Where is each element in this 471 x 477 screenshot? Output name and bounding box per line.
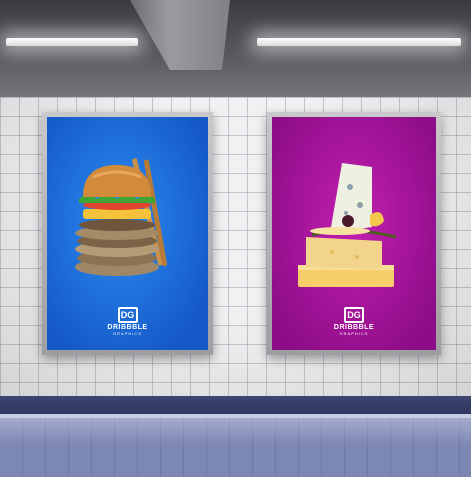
ceiling-light-right [257, 38, 461, 46]
wall-trim [0, 396, 471, 414]
floor [0, 414, 471, 477]
brand-sub: GRAPHICS [113, 331, 142, 336]
dg-logo-icon: DG [117, 307, 138, 323]
brand-sub: GRAPHICS [339, 331, 369, 336]
brand-name: DRIBBBLE [333, 324, 375, 331]
poster-cheese: DG DRIBBBLE GRAPHICS [272, 117, 436, 350]
poster-burger: DG DRIBBBLE GRAPHICS [47, 117, 208, 350]
brand-logo-right: DG DRIBBBLE GRAPHICS [272, 305, 436, 336]
ceiling [0, 0, 471, 100]
poster-frame-left: DG DRIBBBLE GRAPHICS [42, 112, 213, 355]
dg-logo-icon: DG [344, 307, 364, 323]
ceiling-light-left [6, 38, 138, 46]
subway-scene: DG DRIBBBLE GRAPHICS DG DRIBBBLE GRAPHIC… [0, 0, 471, 477]
poster-frame-right: DG DRIBBBLE GRAPHICS [267, 112, 441, 355]
brand-name: DRIBBBLE [107, 324, 148, 331]
brand-logo-left: DG DRIBBBLE GRAPHICS [47, 305, 208, 336]
